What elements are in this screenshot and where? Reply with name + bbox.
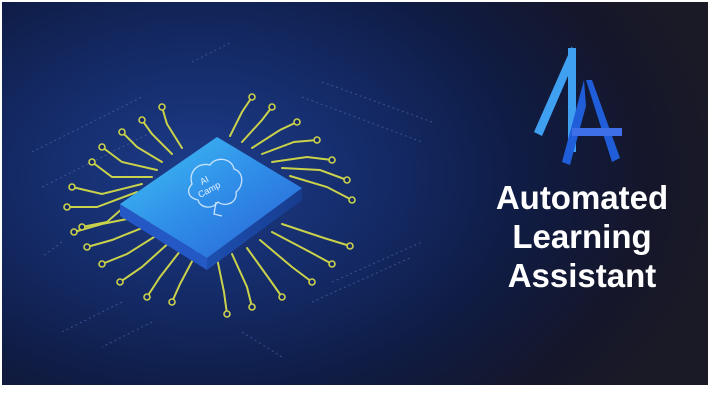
title-line-3: Assistant [507,257,657,294]
hero-banner: AI Camp Automated Learning Assistant [2,2,708,385]
bottom-margin [0,385,710,406]
chip-icon [120,137,302,270]
aa-logo-icon [534,46,622,165]
circuit-chip-illustration: AI Camp [31,41,433,358]
title-line-2: Learning [512,218,652,255]
title-line-1: Automated [495,179,669,216]
product-title: Automated Learning Assistant [462,178,702,295]
